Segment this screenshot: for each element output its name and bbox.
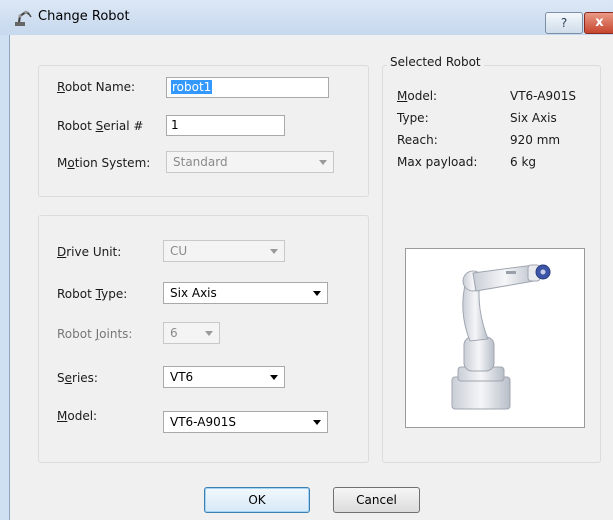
selected-payload-label: Max payload: — [397, 155, 478, 169]
chevron-down-icon — [313, 291, 321, 296]
dialog-client-area: Robot Name: robot1 Robot Serial # 1 Moti… — [9, 35, 613, 520]
robot-type-select[interactable]: Six Axis — [163, 282, 328, 304]
robot-arm-icon — [451, 264, 551, 410]
robot-joints-value: 6 — [170, 326, 178, 340]
robot-name-input[interactable]: robot1 — [166, 77, 329, 98]
motion-system-select: Standard — [166, 151, 334, 173]
robot-joints-label: Robot Joints: — [57, 327, 133, 341]
drive-unit-value: CU — [170, 244, 188, 258]
robot-name-label: Robot Name: — [57, 80, 136, 94]
ok-button[interactable]: OK — [204, 487, 310, 513]
robot-app-icon — [15, 10, 32, 26]
close-button[interactable]: x — [584, 12, 613, 34]
robot-serial-label: Robot Serial # — [57, 119, 144, 133]
drive-unit-label: Drive Unit: — [57, 245, 122, 259]
chevron-down-icon — [270, 375, 278, 380]
selected-type-value: Six Axis — [510, 111, 557, 125]
model-label: Model: — [57, 409, 98, 423]
selected-reach-value: 920 mm — [510, 133, 561, 147]
selected-reach-label: Reach: — [397, 133, 438, 147]
robot-serial-value: 1 — [171, 118, 179, 132]
drive-unit-select: CU — [163, 240, 285, 262]
change-robot-dialog: Change Robot ? x Robot Name: robot1 Robo… — [0, 0, 613, 520]
selected-type-label: Type: — [397, 111, 429, 125]
model-value: VT6-A901S — [170, 415, 236, 429]
robot-name-value: robot1 — [171, 80, 213, 94]
robot-type-value: Six Axis — [170, 286, 217, 300]
series-label: Series: — [57, 371, 98, 385]
motion-system-label: Motion System: — [57, 156, 151, 170]
series-select[interactable]: VT6 — [163, 366, 285, 388]
chevron-down-icon — [270, 249, 278, 254]
selected-model-value: VT6-A901S — [510, 89, 576, 103]
motion-system-value: Standard — [173, 155, 228, 169]
help-button[interactable]: ? — [545, 12, 583, 34]
window-title: Change Robot — [38, 9, 130, 24]
chevron-down-icon — [205, 331, 213, 336]
series-value: VT6 — [170, 370, 194, 384]
chevron-down-icon — [313, 420, 321, 425]
robot-serial-input[interactable]: 1 — [166, 115, 285, 136]
model-select[interactable]: VT6-A901S — [163, 411, 328, 433]
robot-joints-select: 6 — [163, 322, 220, 344]
selected-robot-title: Selected Robot — [387, 55, 484, 69]
selected-model-label: Model: — [397, 89, 438, 103]
robot-type-label: Robot Type: — [57, 287, 128, 301]
chevron-down-icon — [319, 160, 327, 165]
selected-payload-value: 6 kg — [510, 155, 537, 169]
cancel-button[interactable]: Cancel — [333, 487, 420, 513]
title-bar[interactable]: Change Robot ? x — [0, 0, 613, 35]
robot-preview-image — [405, 248, 585, 428]
